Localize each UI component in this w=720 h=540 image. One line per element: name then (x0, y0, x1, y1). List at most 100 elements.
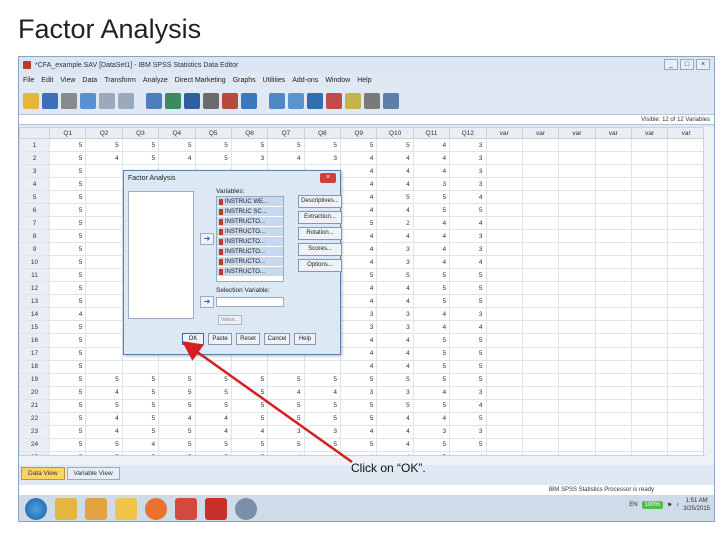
data-cell[interactable] (594, 437, 633, 452)
data-cell[interactable] (485, 320, 523, 335)
data-cell[interactable] (485, 255, 523, 270)
data-cell[interactable]: 5 (376, 398, 414, 413)
row-number[interactable]: 10 (19, 255, 50, 270)
data-grid[interactable]: Q1 Q2 Q3 Q4 Q5 Q6 Q7 Q8 Q9 Q10 Q11 Q12 var var var var v… (19, 127, 705, 466)
data-cell[interactable] (630, 268, 669, 283)
data-cell[interactable]: 5 (376, 372, 414, 387)
variable-item[interactable]: INSTRUC WE... (217, 197, 283, 207)
language-indicator[interactable]: EN (629, 502, 637, 508)
data-cell[interactable] (630, 137, 669, 153)
data-cell[interactable] (630, 190, 669, 205)
data-cell[interactable]: 5 (412, 372, 451, 387)
data-cell[interactable]: 3 (339, 307, 378, 322)
row-number[interactable]: 3 (19, 164, 50, 179)
row-number[interactable]: 17 (19, 346, 50, 361)
data-cell[interactable]: 3 (449, 385, 487, 400)
data-cell[interactable] (594, 151, 633, 166)
data-cell[interactable] (667, 372, 705, 387)
data-cell[interactable]: 4 (376, 333, 414, 348)
data-cell[interactable] (485, 398, 523, 413)
data-cell[interactable]: 5 (48, 294, 87, 309)
data-cell[interactable] (630, 320, 669, 335)
data-cell[interactable]: 2 (376, 216, 414, 231)
data-cell[interactable] (667, 424, 705, 439)
data-cell[interactable] (85, 190, 123, 205)
row-number[interactable]: 23 (19, 424, 50, 439)
data-cell[interactable] (667, 359, 705, 374)
data-cell[interactable]: 4 (85, 151, 123, 166)
data-cell[interactable]: 3 (412, 424, 451, 439)
insert-cases-icon[interactable] (222, 93, 238, 109)
data-cell[interactable] (485, 307, 523, 322)
column-header[interactable]: var (521, 127, 560, 139)
data-cell[interactable] (558, 164, 596, 179)
column-header[interactable]: var (630, 127, 669, 139)
data-cell[interactable]: 5 (449, 411, 487, 426)
data-cell[interactable]: 4 (339, 294, 378, 309)
data-cell[interactable]: 4 (339, 242, 378, 257)
data-cell[interactable] (521, 203, 560, 218)
data-cell[interactable] (558, 307, 596, 322)
data-cell[interactable] (667, 320, 705, 335)
reset-button[interactable]: Reset (236, 333, 260, 345)
table-row[interactable]: 1555555555543 (19, 137, 705, 153)
data-cell[interactable] (667, 346, 705, 361)
data-cell[interactable]: 5 (85, 137, 123, 153)
data-cell[interactable]: 5 (48, 229, 87, 244)
data-cell[interactable]: 5 (449, 437, 487, 452)
help-button[interactable]: Help (294, 333, 316, 345)
data-cell[interactable]: 5 (412, 281, 451, 296)
data-cell[interactable]: 5 (158, 398, 196, 413)
data-cell[interactable]: 5 (339, 398, 378, 413)
data-cell[interactable]: 4 (339, 424, 378, 439)
data-cell[interactable]: 5 (230, 437, 269, 452)
row-number[interactable]: 7 (19, 216, 50, 231)
data-cell[interactable]: 5 (48, 216, 87, 231)
menu-add-ons[interactable]: Add-ons (292, 77, 318, 84)
data-cell[interactable]: 4 (412, 320, 451, 335)
data-cell[interactable] (485, 411, 523, 426)
data-cell[interactable]: 4 (303, 385, 342, 400)
data-cell[interactable] (630, 437, 669, 452)
data-cell[interactable]: 5 (85, 372, 123, 387)
data-cell[interactable] (630, 294, 669, 309)
spelling-icon[interactable] (383, 93, 399, 109)
data-cell[interactable]: 5 (339, 137, 378, 153)
data-cell[interactable] (558, 385, 596, 400)
data-cell[interactable]: 3 (449, 137, 487, 153)
data-cell[interactable]: 4 (121, 437, 160, 452)
column-header[interactable]: Q4 (158, 127, 196, 139)
data-cell[interactable] (521, 385, 560, 400)
variable-item[interactable]: INSTRUCTO... (217, 267, 283, 277)
data-cell[interactable]: 4 (267, 151, 305, 166)
data-cell[interactable]: 4 (267, 385, 305, 400)
data-cell[interactable] (558, 242, 596, 257)
data-cell[interactable] (521, 268, 560, 283)
data-cell[interactable]: 5 (230, 137, 269, 153)
row-number[interactable]: 9 (19, 242, 50, 257)
data-cell[interactable] (485, 216, 523, 231)
data-cell[interactable] (594, 203, 633, 218)
data-cell[interactable] (85, 346, 123, 361)
data-cell[interactable] (630, 411, 669, 426)
start-button-icon[interactable] (25, 498, 47, 520)
data-cell[interactable] (521, 216, 560, 231)
clock[interactable]: 1:51 AM 3/25/2015 (683, 497, 710, 513)
data-cell[interactable]: 5 (449, 359, 487, 374)
data-cell[interactable]: 5 (412, 203, 451, 218)
data-cell[interactable] (85, 177, 123, 192)
data-cell[interactable] (594, 307, 633, 322)
spss-taskbar-icon[interactable] (175, 498, 197, 520)
data-cell[interactable]: 5 (449, 372, 487, 387)
data-cell[interactable] (485, 346, 523, 361)
data-cell[interactable] (521, 242, 560, 257)
descriptives-button[interactable]: Descriptives... (298, 195, 342, 208)
row-number[interactable]: 18 (19, 359, 50, 374)
data-cell[interactable] (558, 398, 596, 413)
data-cell[interactable] (521, 164, 560, 179)
data-cell[interactable] (85, 320, 123, 335)
data-cell[interactable] (485, 151, 523, 166)
data-cell[interactable]: 5 (121, 424, 160, 439)
data-cell[interactable]: 3 (449, 164, 487, 179)
column-header[interactable]: var (594, 127, 633, 139)
